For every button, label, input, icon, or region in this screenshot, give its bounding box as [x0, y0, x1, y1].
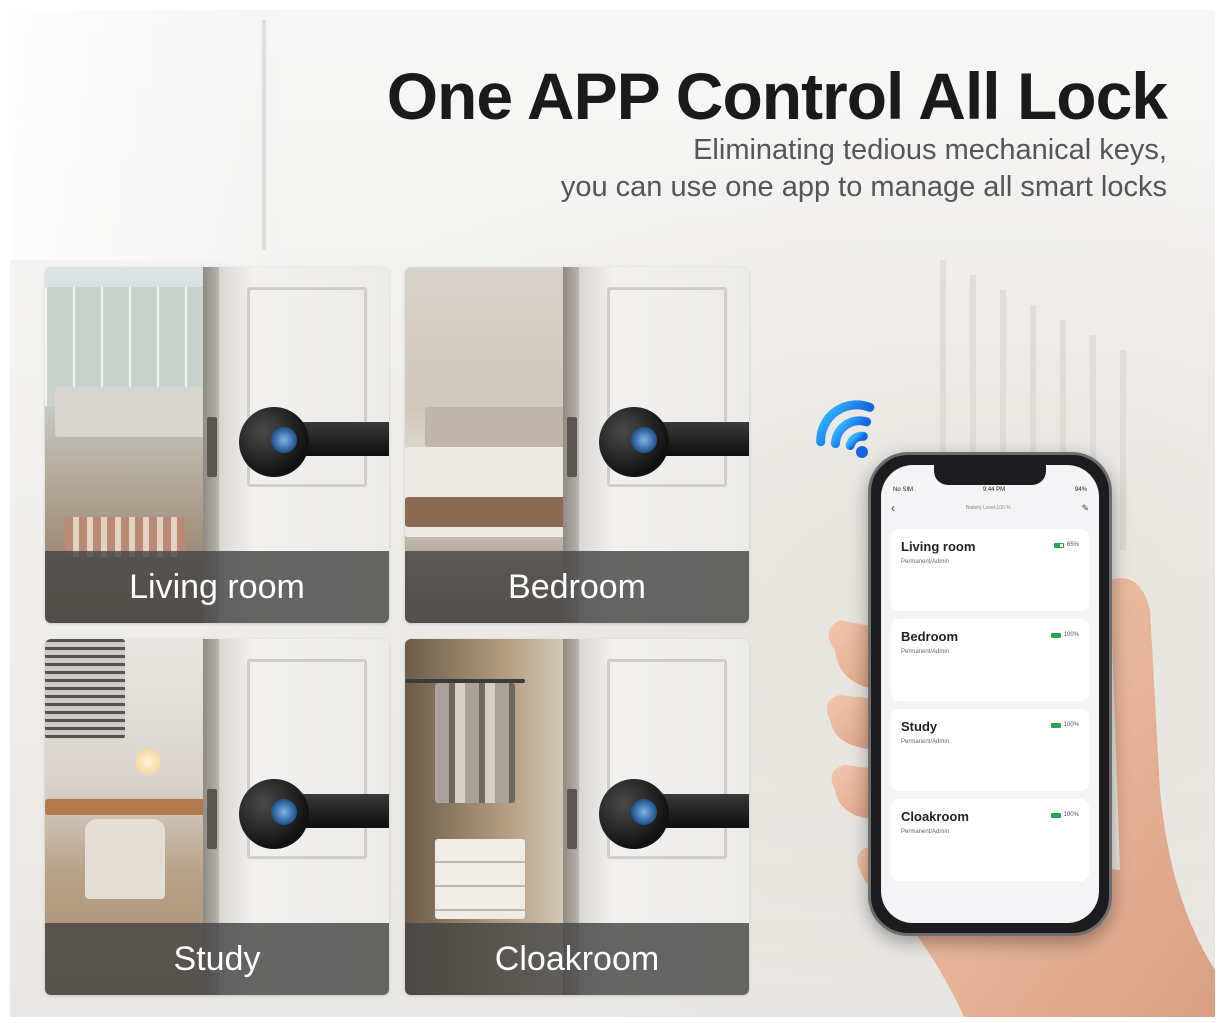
page-title: One APP Control All Lock: [386, 59, 1168, 133]
blinds-image: [45, 639, 125, 739]
fingerprint-sensor-icon: [631, 427, 657, 453]
battery-percent: 65%: [1066, 542, 1079, 548]
lock-card-study[interactable]: Study Permanent/Admin 100%: [891, 709, 1089, 791]
door-strike-plate: [567, 417, 577, 477]
fingerprint-sensor-icon: [271, 799, 297, 825]
lock-card-bedroom[interactable]: Bedroom Permanent/Admin 100%: [891, 619, 1089, 701]
battery-fill: [1051, 813, 1060, 817]
wifi-icon: [816, 400, 875, 458]
background-window-frame: [262, 20, 266, 250]
bed-runner-image: [405, 497, 575, 527]
status-time: 9:44 PM: [982, 487, 1006, 493]
lock-role: Permanent/Admin: [901, 649, 950, 655]
tile-label: Bedroom: [508, 567, 646, 606]
room-tile-cloakroom: Cloakroom: [405, 639, 749, 995]
battery-fill: [1051, 723, 1060, 727]
tile-label-bar: Bedroom: [405, 551, 749, 623]
room-tile-bedroom: Bedroom: [405, 267, 749, 623]
lamp-image: [135, 749, 161, 775]
background-stair-rail: [940, 260, 946, 460]
headboard-image: [425, 407, 575, 447]
background-stair-rail: [970, 275, 976, 475]
tile-label-bar: Cloakroom: [405, 923, 749, 995]
lock-role: Permanent/Admin: [901, 739, 950, 745]
sofa-image: [55, 387, 205, 437]
desk-image: [45, 799, 215, 815]
tile-label: Study: [173, 939, 261, 978]
lock-name: Cloakroom: [901, 809, 969, 824]
clothes-image: [435, 683, 515, 803]
lock-name: Living room: [901, 539, 976, 554]
status-bar: No SIM 9:44 PM 94%: [893, 487, 1087, 493]
door-strike-plate: [207, 417, 217, 477]
smartphone: No SIM 9:44 PM 94% ‹ Battery Level:100 %…: [868, 452, 1112, 936]
lock-battery: 100%: [1050, 632, 1079, 638]
phone-notch: [934, 465, 1046, 485]
lock-battery: 65%: [1053, 542, 1079, 548]
lock-role: Permanent/Admin: [901, 829, 950, 835]
lock-name: Bedroom: [901, 629, 959, 644]
tile-label: Cloakroom: [494, 939, 660, 978]
status-carrier: No SIM: [893, 487, 914, 493]
tile-label-bar: Living room: [45, 551, 389, 623]
background-window: [10, 10, 280, 260]
lock-battery: 100%: [1050, 812, 1079, 818]
edit-pencil-icon[interactable]: ✎: [1081, 503, 1089, 514]
tile-label: Living room: [129, 567, 305, 606]
battery-percent: 100%: [1063, 812, 1079, 818]
tile-label-bar: Study: [45, 923, 389, 995]
status-battery: 94%: [1074, 487, 1087, 493]
subtitle-line-2: you can use one app to manage all smart …: [560, 171, 1167, 203]
background-stair-rail: [1120, 350, 1126, 550]
room-tile-study: Study: [45, 639, 389, 995]
page-subtitle: Eliminating tedious mechanical keys, you…: [561, 132, 1167, 206]
lock-card-cloakroom[interactable]: Cloakroom Permanent/Admin 100%: [891, 799, 1089, 881]
subtitle-line-1: Eliminating tedious mechanical keys,: [693, 134, 1167, 166]
battery-icon: [1050, 632, 1061, 638]
battery-level-title: Battery Level:100 %: [965, 505, 1011, 511]
fingerprint-sensor-icon: [271, 427, 297, 453]
promo-canvas: One APP Control All Lock Eliminating ted…: [10, 10, 1215, 1017]
back-chevron-icon[interactable]: ‹: [891, 501, 895, 515]
battery-percent: 100%: [1063, 632, 1079, 638]
battery-icon: [1050, 812, 1061, 818]
drawers-image: [435, 839, 525, 919]
app-nav-bar: ‹ Battery Level:100 % ✎: [891, 501, 1089, 515]
fingerprint-sensor-icon: [631, 799, 657, 825]
battery-fill: [1054, 543, 1061, 547]
battery-icon: [1053, 542, 1064, 548]
room-tile-living-room: Living room: [45, 267, 389, 623]
lock-role: Permanent/Admin: [901, 559, 950, 565]
lock-battery: 100%: [1050, 722, 1079, 728]
door-strike-plate: [207, 789, 217, 849]
lock-card-living-room[interactable]: Living room Permanent/Admin 65%: [891, 529, 1089, 611]
battery-fill: [1051, 633, 1060, 637]
door-strike-plate: [567, 789, 577, 849]
battery-percent: 100%: [1063, 722, 1079, 728]
app-screen: No SIM 9:44 PM 94% ‹ Battery Level:100 %…: [881, 465, 1099, 923]
lock-name: Study: [901, 719, 938, 734]
battery-icon: [1050, 722, 1061, 728]
chair-image: [85, 819, 165, 899]
